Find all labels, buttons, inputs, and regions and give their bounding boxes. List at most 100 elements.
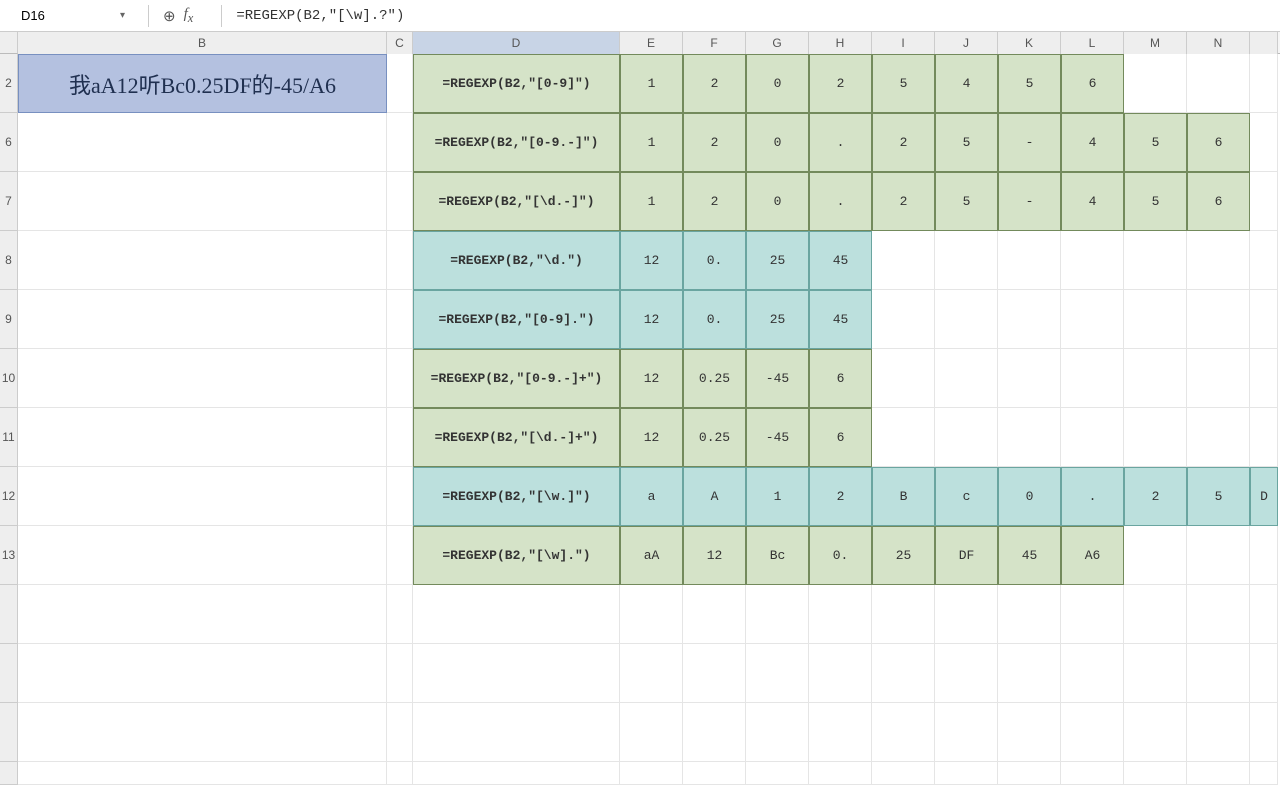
cell[interactable]	[1187, 408, 1250, 467]
cell[interactable]	[683, 703, 746, 762]
cell[interactable]	[1124, 762, 1187, 785]
cell[interactable]	[872, 290, 935, 349]
data-cell[interactable]: 45	[809, 231, 872, 290]
cell[interactable]	[746, 644, 809, 703]
cell-reference-box[interactable]: D16 ▾	[4, 4, 134, 28]
formula-cell[interactable]: =REGEXP(B2,"[0-9]")	[413, 54, 620, 113]
col-header-K[interactable]: K	[998, 32, 1061, 54]
data-cell[interactable]: 12	[620, 349, 683, 408]
data-cell[interactable]: DF	[935, 526, 998, 585]
data-cell[interactable]: 5	[998, 54, 1061, 113]
cell[interactable]	[1187, 585, 1250, 644]
col-header-E[interactable]: E	[620, 32, 683, 54]
col-header-G[interactable]: G	[746, 32, 809, 54]
cell[interactable]	[1124, 644, 1187, 703]
data-cell[interactable]: .	[809, 172, 872, 231]
cell[interactable]	[872, 762, 935, 785]
cell[interactable]	[872, 408, 935, 467]
cell[interactable]	[18, 585, 387, 644]
data-cell[interactable]: 4	[1061, 113, 1124, 172]
row-header-x[interactable]	[0, 585, 18, 644]
cell[interactable]	[809, 703, 872, 762]
data-cell[interactable]: 0.	[683, 231, 746, 290]
chevron-down-icon[interactable]: ▾	[120, 10, 125, 21]
data-cell[interactable]: 2	[872, 113, 935, 172]
col-header-B[interactable]: B	[18, 32, 387, 54]
col-header-I[interactable]: I	[872, 32, 935, 54]
data-cell[interactable]: 0	[746, 172, 809, 231]
col-header-F[interactable]: F	[683, 32, 746, 54]
cell[interactable]	[413, 585, 620, 644]
cell[interactable]	[1061, 703, 1124, 762]
cell[interactable]	[872, 349, 935, 408]
formula-cell[interactable]: =REGEXP(B2,"\d.")	[413, 231, 620, 290]
data-cell[interactable]: -45	[746, 408, 809, 467]
cell[interactable]	[1124, 703, 1187, 762]
data-cell[interactable]: 25	[746, 231, 809, 290]
data-cell[interactable]: 1	[620, 54, 683, 113]
formula-cell[interactable]: =REGEXP(B2,"[\w].")	[413, 526, 620, 585]
cell[interactable]	[1250, 408, 1278, 467]
cell[interactable]	[746, 703, 809, 762]
cell[interactable]	[998, 349, 1061, 408]
data-cell[interactable]: 2	[809, 54, 872, 113]
cell[interactable]	[387, 762, 413, 785]
cell[interactable]	[1124, 349, 1187, 408]
data-cell[interactable]: 6	[1187, 113, 1250, 172]
cell[interactable]	[1187, 703, 1250, 762]
data-cell[interactable]: -	[998, 113, 1061, 172]
data-cell[interactable]: 0.	[809, 526, 872, 585]
cell[interactable]	[809, 585, 872, 644]
cell[interactable]	[387, 349, 413, 408]
row-header-7[interactable]: 7	[0, 172, 18, 231]
data-cell[interactable]: 45	[998, 526, 1061, 585]
data-cell[interactable]: 45	[809, 290, 872, 349]
cell[interactable]	[1061, 644, 1124, 703]
cell[interactable]	[413, 762, 620, 785]
data-cell[interactable]: 1	[746, 467, 809, 526]
cell[interactable]	[18, 349, 387, 408]
formula-cell[interactable]: =REGEXP(B2,"[\d.-]+")	[413, 408, 620, 467]
data-cell[interactable]: 5	[1124, 113, 1187, 172]
formula-cell[interactable]: =REGEXP(B2,"[0-9.-]")	[413, 113, 620, 172]
data-cell[interactable]: 6	[809, 408, 872, 467]
cell[interactable]	[1250, 54, 1278, 113]
data-cell[interactable]: A6	[1061, 526, 1124, 585]
formula-input[interactable]	[236, 8, 1276, 24]
cell[interactable]	[872, 231, 935, 290]
cell[interactable]	[413, 703, 620, 762]
cell[interactable]	[935, 408, 998, 467]
formula-cell[interactable]: =REGEXP(B2,"[0-9.-]+")	[413, 349, 620, 408]
data-cell[interactable]: 25	[872, 526, 935, 585]
col-header-H[interactable]: H	[809, 32, 872, 54]
row-header-10[interactable]: 10	[0, 349, 18, 408]
data-cell[interactable]: 0.25	[683, 349, 746, 408]
row-header-6[interactable]: 6	[0, 113, 18, 172]
cell[interactable]	[998, 408, 1061, 467]
row-header-8[interactable]: 8	[0, 231, 18, 290]
cell[interactable]	[1061, 762, 1124, 785]
cell[interactable]	[1187, 762, 1250, 785]
cell[interactable]	[387, 644, 413, 703]
cell[interactable]	[809, 762, 872, 785]
cell[interactable]	[387, 113, 413, 172]
cell[interactable]	[18, 703, 387, 762]
data-cell[interactable]: 0	[998, 467, 1061, 526]
cell[interactable]	[387, 526, 413, 585]
col-header-M[interactable]: M	[1124, 32, 1187, 54]
cell[interactable]	[1250, 585, 1278, 644]
cell[interactable]	[620, 585, 683, 644]
cell[interactable]	[746, 585, 809, 644]
cell[interactable]	[18, 113, 387, 172]
cell[interactable]	[872, 703, 935, 762]
data-cell[interactable]: 1	[620, 113, 683, 172]
cell[interactable]	[683, 762, 746, 785]
data-cell[interactable]: 2	[683, 172, 746, 231]
cell[interactable]	[935, 290, 998, 349]
cell[interactable]	[18, 762, 387, 785]
row-header-9[interactable]: 9	[0, 290, 18, 349]
col-header-N[interactable]: N	[1187, 32, 1250, 54]
cell[interactable]	[1061, 349, 1124, 408]
cell[interactable]	[387, 585, 413, 644]
cell[interactable]	[998, 703, 1061, 762]
